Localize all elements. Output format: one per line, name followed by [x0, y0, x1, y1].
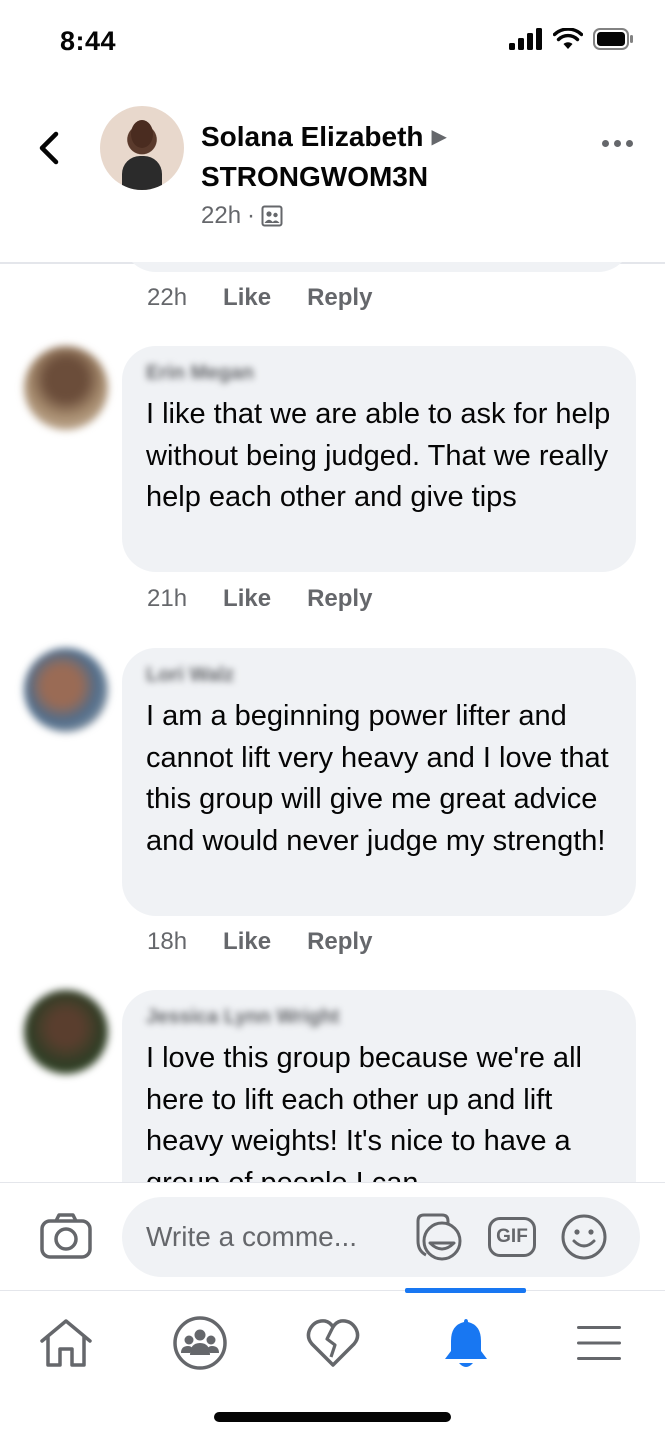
- reply-button[interactable]: Reply: [307, 585, 372, 613]
- comment-bubble: Jessica Lynn Wright I love this group be…: [122, 990, 636, 1182]
- bell-icon: [445, 1319, 487, 1367]
- post-meta: 22h ·: [201, 202, 283, 230]
- screen: 8:44 Solana Elizabeth ▶ STRONGWOM3N 22h …: [0, 0, 665, 1440]
- nav-groups[interactable]: [170, 1313, 230, 1373]
- reply-button[interactable]: Reply: [307, 284, 372, 312]
- like-button[interactable]: Like: [223, 585, 271, 613]
- commenter-name[interactable]: Erin Megan: [146, 362, 612, 388]
- commenter-avatar[interactable]: [24, 648, 108, 732]
- commenter-avatar[interactable]: [24, 990, 108, 1074]
- heart-icon: [306, 1319, 360, 1367]
- commenter-name[interactable]: Lori Walz: [146, 664, 612, 690]
- comment-actions: 21h Like Reply: [147, 585, 372, 613]
- gif-button[interactable]: GIF: [488, 1217, 536, 1257]
- like-button[interactable]: Like: [223, 284, 271, 312]
- nav-notifications[interactable]: [436, 1313, 496, 1373]
- nav-menu[interactable]: [569, 1313, 629, 1373]
- camera-button[interactable]: [40, 1213, 92, 1264]
- comment-text: I am a beginning power lifter and cannot…: [146, 700, 609, 857]
- comment-actions: 18h Like Reply: [147, 928, 372, 956]
- back-button[interactable]: [30, 128, 70, 168]
- comment-composer: GIF: [0, 1182, 665, 1291]
- composer-tools: GIF: [412, 1211, 608, 1263]
- avatar-sticker-icon[interactable]: [412, 1211, 464, 1263]
- signal-icon: [509, 28, 542, 50]
- group-privacy-icon: [261, 205, 283, 227]
- more-options-button[interactable]: [602, 140, 633, 147]
- status-time: 8:44: [60, 26, 117, 56]
- gif-label: GIF: [496, 1226, 528, 1247]
- post-time: 22h: [201, 202, 242, 229]
- chevron-left-icon: [39, 131, 59, 165]
- post-header: Solana Elizabeth ▶ STRONGWOM3N 22h ·: [0, 90, 665, 264]
- previous-comment-bubble: [122, 262, 632, 272]
- battery-icon: [593, 28, 633, 50]
- comment-actions: 22h Like Reply: [147, 284, 372, 312]
- wifi-icon: [553, 28, 583, 49]
- home-indicator: [214, 1412, 451, 1422]
- author-name-text: Solana Elizabeth: [201, 121, 424, 152]
- group-name[interactable]: STRONGWOM3N: [201, 160, 428, 194]
- author-avatar[interactable]: [100, 106, 184, 190]
- active-tab-indicator: [405, 1288, 526, 1293]
- triangle-right-icon: ▶: [431, 126, 447, 148]
- comment-text: I like that we are able to ask for help …: [146, 398, 611, 513]
- home-icon: [40, 1319, 92, 1367]
- author-name[interactable]: Solana Elizabeth ▶: [201, 120, 447, 154]
- bottom-nav: [0, 1288, 665, 1440]
- commenter-avatar[interactable]: [24, 346, 108, 430]
- camera-icon: [40, 1213, 92, 1259]
- meta-separator: ·: [247, 202, 256, 229]
- comment-time: 18h: [147, 928, 188, 955]
- nav-dating[interactable]: [303, 1313, 363, 1373]
- emoji-icon[interactable]: [560, 1213, 608, 1261]
- reply-button[interactable]: Reply: [307, 928, 372, 956]
- status-icons: [509, 28, 633, 50]
- comment-bubble: Erin Megan I like that we are able to as…: [122, 346, 636, 572]
- hamburger-menu-icon: [577, 1326, 621, 1360]
- commenter-name[interactable]: Jessica Lynn Wright: [146, 1006, 612, 1032]
- groups-icon: [173, 1316, 227, 1370]
- comment-bubble: Lori Walz I am a beginning power lifter …: [122, 648, 636, 916]
- comments-feed[interactable]: 22h Like Reply Erin Megan I like that we…: [0, 262, 665, 1182]
- nav-home[interactable]: [36, 1313, 96, 1373]
- comment-time: 21h: [147, 585, 188, 612]
- comment-time: 22h: [147, 284, 188, 311]
- like-button[interactable]: Like: [223, 928, 271, 956]
- comment-text: I love this group because we're all here…: [146, 1042, 582, 1182]
